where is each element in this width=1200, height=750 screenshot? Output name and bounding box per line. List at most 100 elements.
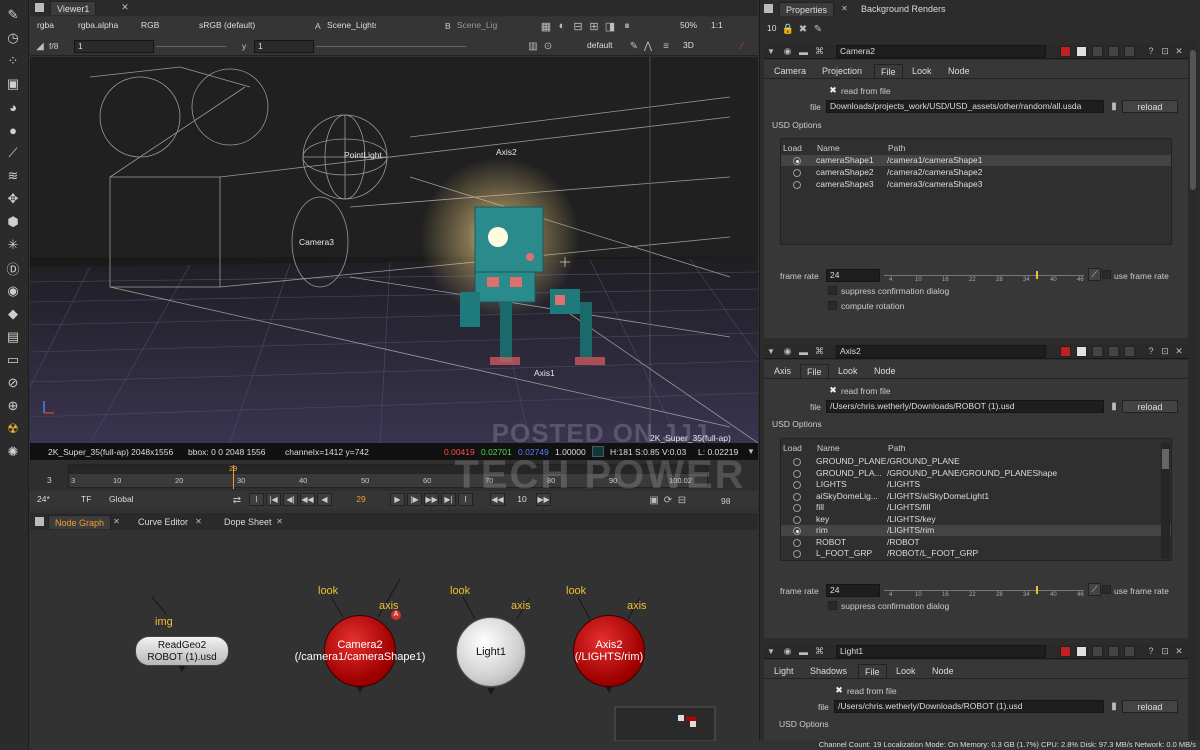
fps-dropdown[interactable]: 24* xyxy=(34,494,62,507)
camera-name-field[interactable]: Camera2 xyxy=(836,45,1046,58)
step-field[interactable]: 10 xyxy=(510,494,534,507)
tab-file[interactable]: File xyxy=(800,364,829,378)
close-curve-editor-icon[interactable]: ✕ xyxy=(194,517,203,526)
gain-field[interactable]: 1 xyxy=(74,40,154,53)
redo-button[interactable] xyxy=(1108,646,1119,657)
lut-dropdown[interactable]: default xyxy=(584,40,624,53)
file-browse-icon[interactable]: ▮ xyxy=(1108,700,1120,712)
globe-icon[interactable]: ⊕ xyxy=(2,395,24,417)
load-radio[interactable] xyxy=(793,157,801,165)
lock-icon[interactable]: 🔒 xyxy=(782,23,794,35)
frame-rate-field[interactable]: 24 xyxy=(826,584,880,597)
pause-icon[interactable]: ⏸ xyxy=(621,20,633,32)
collapse-icon[interactable]: ▼ xyxy=(766,46,776,56)
gamma-slider[interactable] xyxy=(316,46,466,47)
close-panel-icon[interactable]: ✕ xyxy=(1174,46,1184,56)
loop-icon[interactable]: ⟳ xyxy=(662,494,674,506)
help-icon[interactable]: ? xyxy=(1146,46,1156,56)
paint-brush-icon[interactable]: ✎ xyxy=(2,4,24,26)
tab-file[interactable]: File xyxy=(874,64,903,78)
node-light1[interactable]: Light1 xyxy=(456,617,526,687)
reload-button[interactable]: reload xyxy=(1122,400,1178,413)
step-fwd-inc-button[interactable]: ▶▶ xyxy=(536,493,551,506)
properties-scrollbar[interactable] xyxy=(1188,40,1198,740)
table-row[interactable]: L_FOOT_GRP/ROBOT/L_FOOT_GRP xyxy=(781,548,1171,559)
flipbook-icon[interactable]: ▣ xyxy=(648,494,660,506)
load-radio[interactable] xyxy=(793,181,801,189)
cube-icon[interactable]: ⬢ xyxy=(2,211,24,233)
prev-key-button[interactable]: |◀ xyxy=(266,493,281,506)
gamma-field[interactable]: 1 xyxy=(254,40,314,53)
tab-curve-editor[interactable]: Curve Editor xyxy=(132,515,194,529)
bounce-icon[interactable]: ⇄ xyxy=(231,494,243,506)
table-row[interactable]: aiSkyDomeLig... /LIGHTS/aiSkyDomeLight1 xyxy=(781,491,1171,502)
film-strip-icon[interactable]: ▭ xyxy=(2,349,24,371)
node-camera2[interactable]: Camera2 (/camera1/cameraShape1) xyxy=(295,615,425,687)
split-icon[interactable]: ⊞ xyxy=(588,20,600,33)
table-row[interactable]: cameraShape2/camera2/cameraShape2 xyxy=(781,167,1171,178)
tab-node-graph[interactable]: Node Graph xyxy=(48,515,112,529)
rgb-dropdown[interactable]: RGB xyxy=(138,20,168,33)
frame-rate-field[interactable]: 24 xyxy=(826,269,880,282)
max-panels-field[interactable]: 10 xyxy=(764,23,780,36)
reload-button[interactable]: reload xyxy=(1122,700,1178,713)
table-row[interactable]: LIGHTS/LIGHTS xyxy=(781,479,1171,490)
forward-inc-button[interactable]: ▶▶ xyxy=(424,493,439,506)
file-path-field[interactable]: Downloads/projects_work/USD/USD_assets/o… xyxy=(826,100,1104,113)
circle-icon[interactable]: ● xyxy=(2,119,24,141)
color-picker-icon[interactable]: ⟋ xyxy=(2,142,24,164)
tab-look[interactable]: Look xyxy=(832,364,864,378)
tab-look[interactable]: Look xyxy=(890,664,922,678)
load-radio[interactable] xyxy=(793,538,801,547)
close-dope-sheet-icon[interactable]: ✕ xyxy=(275,517,284,526)
pane-menu-icon[interactable] xyxy=(764,4,773,13)
range-icon[interactable]: ⊟ xyxy=(676,494,688,506)
color-icon[interactable]: ▣ xyxy=(2,73,24,95)
node-icon[interactable]: ▬ xyxy=(798,46,809,57)
play-button[interactable]: ▶ xyxy=(390,493,405,506)
color-swatch[interactable] xyxy=(1060,346,1071,357)
file-path-field[interactable]: /Users/chris.wetherly/Downloads/ROBOT (1… xyxy=(834,700,1104,713)
close-panel-icon[interactable]: ✕ xyxy=(1174,346,1184,356)
step-forward-button[interactable]: |▶ xyxy=(407,493,422,506)
tab-camera[interactable]: Camera xyxy=(768,64,812,78)
color-swatch-2[interactable] xyxy=(1076,346,1087,357)
close-panel-icon[interactable]: ✕ xyxy=(1174,646,1184,656)
clear-panels-icon[interactable]: ✖ xyxy=(797,23,809,35)
close-properties-icon[interactable]: ✕ xyxy=(840,4,849,13)
light-name-field[interactable]: Light1 xyxy=(836,645,1046,658)
tab-file[interactable]: File xyxy=(858,664,887,678)
compute-rotation-checkbox[interactable] xyxy=(828,301,837,310)
layers-icon[interactable]: ≋ xyxy=(2,165,24,187)
color-swatch-2[interactable] xyxy=(1076,46,1087,57)
pane-menu-icon[interactable] xyxy=(35,517,44,526)
first-frame-button[interactable]: I xyxy=(249,493,264,506)
tab-node[interactable]: Node xyxy=(926,664,960,678)
film-icon[interactable]: ▤ xyxy=(2,326,24,348)
node-graph[interactable]: ReadGeo2 ROBOT (1).usd img Camera2 (/cam… xyxy=(30,531,758,741)
pie-icon[interactable]: ◕ xyxy=(2,96,24,118)
table-row[interactable]: GROUND_PLANE/GROUND_PLANE xyxy=(781,456,1171,467)
animation-icon[interactable]: ⟋ xyxy=(1088,583,1101,596)
read-from-file-check[interactable]: ✖ xyxy=(828,85,838,95)
frame-rate-slider[interactable] xyxy=(884,586,1084,594)
load-radio[interactable] xyxy=(793,550,801,558)
viewport-3d[interactable]: PointLight Axis2 Camera3 Axis1 2K_Super_… xyxy=(30,57,758,443)
tab-shadows[interactable]: Shadows xyxy=(804,664,853,678)
lines-icon[interactable]: ≡ xyxy=(660,40,672,52)
axis-name-field[interactable]: Axis2 xyxy=(836,345,1046,358)
compare-icon[interactable]: ⊟ xyxy=(572,20,584,33)
suppress-checkbox[interactable] xyxy=(828,601,837,610)
tab-light[interactable]: Light xyxy=(768,664,800,678)
load-radio[interactable] xyxy=(793,169,801,177)
hazard-icon[interactable]: ☢ xyxy=(2,418,24,440)
table-row[interactable]: key/LIGHTS/key xyxy=(781,514,1171,525)
suppress-checkbox[interactable] xyxy=(828,286,837,295)
collapse-icon[interactable]: ▼ xyxy=(766,646,776,656)
info-dropdown-icon[interactable]: ▼ xyxy=(746,445,756,457)
float-panel-icon[interactable]: ⊡ xyxy=(1160,346,1170,356)
color-swatch-2[interactable] xyxy=(1076,646,1087,657)
tab-look[interactable]: Look xyxy=(906,64,938,78)
redo-button[interactable] xyxy=(1108,346,1119,357)
load-radio[interactable] xyxy=(793,515,801,524)
